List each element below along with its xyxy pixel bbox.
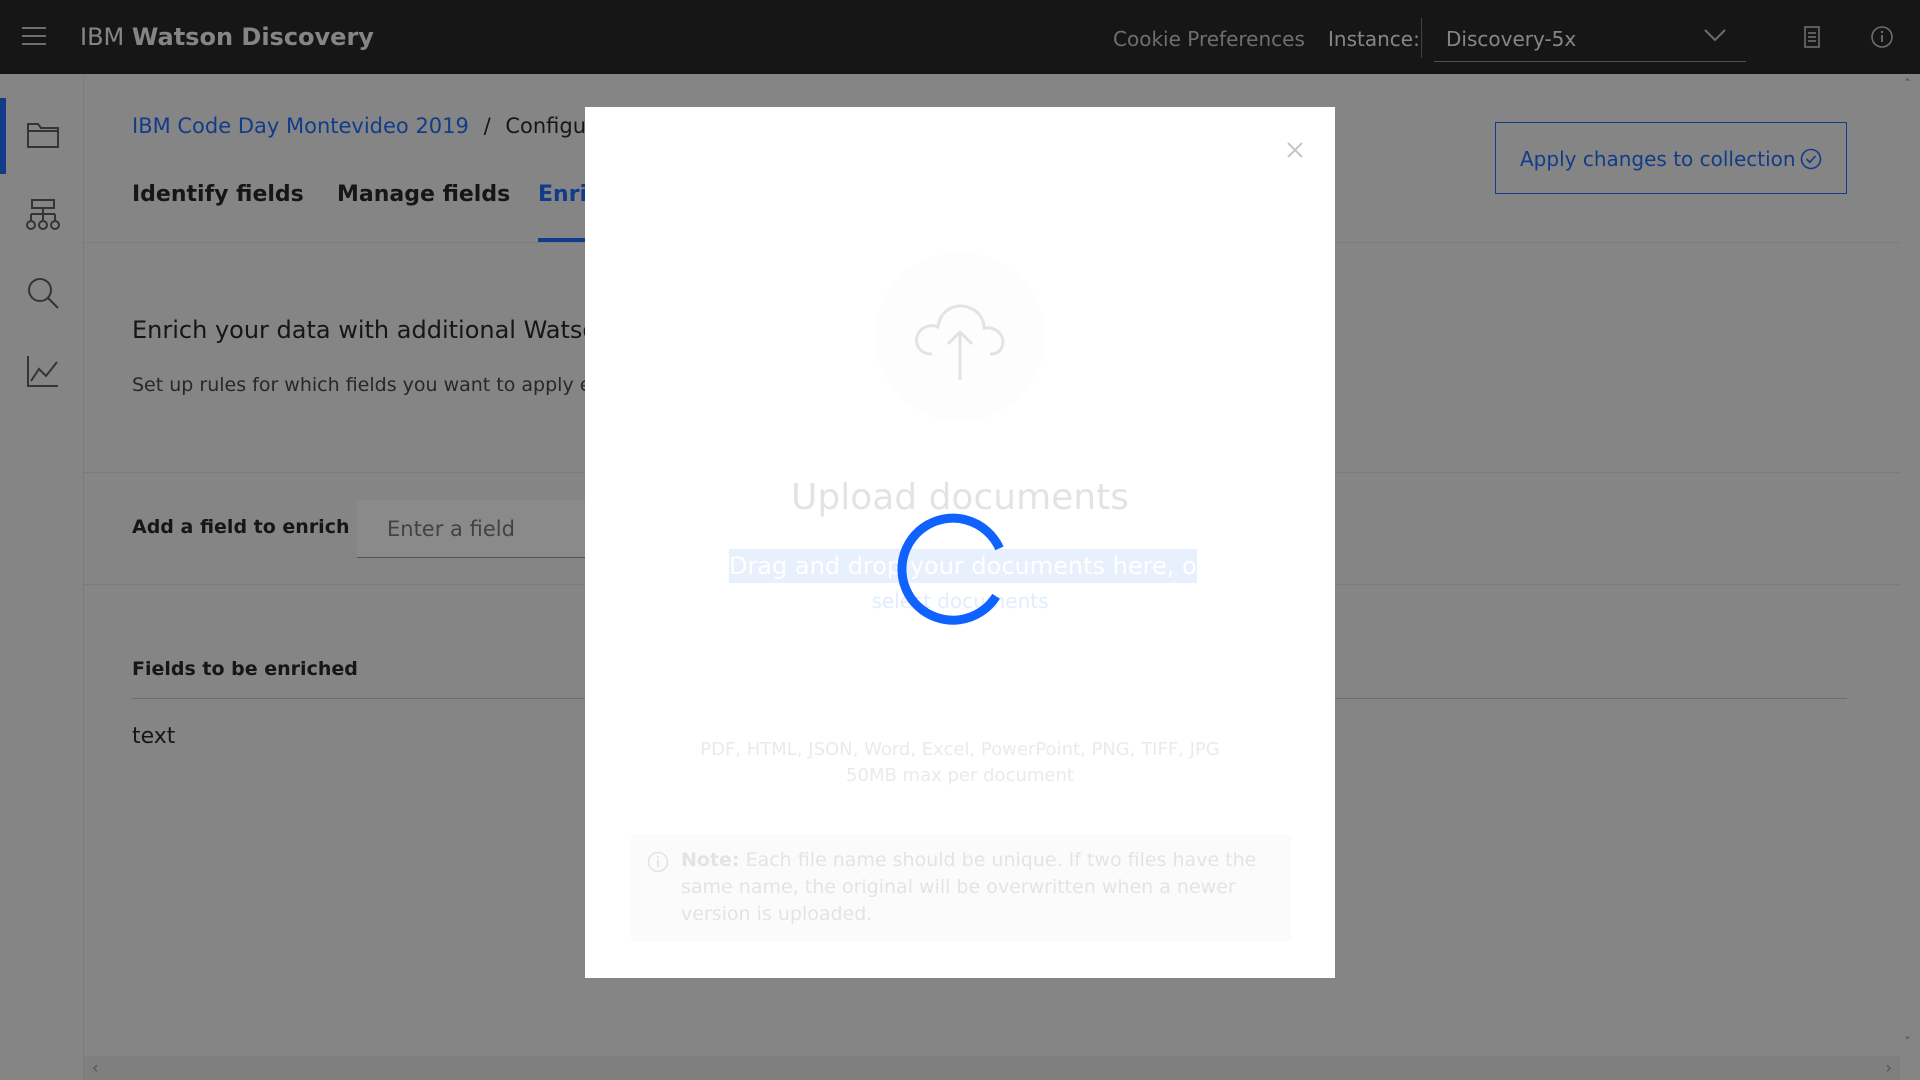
note-body: Each file name should be unique. If two …	[681, 849, 1257, 925]
note-text: Note: Each file name should be unique. I…	[681, 847, 1261, 928]
supported-file-types: PDF, HTML, JSON, Word, Excel, PowerPoint…	[700, 739, 1220, 760]
file-size-limit: 50MB max per document	[846, 765, 1074, 786]
app-root: IBM Watson Discovery Cookie Preferences …	[0, 0, 1920, 1080]
info-icon	[647, 851, 669, 873]
note-label: Note:	[681, 849, 740, 871]
loading-spinner-icon	[897, 513, 1004, 625]
cloud-upload-icon	[915, 304, 1005, 380]
upload-note: Note: Each file name should be unique. I…	[631, 835, 1291, 941]
upload-icon-circle	[875, 252, 1045, 422]
close-icon[interactable]	[1280, 135, 1310, 165]
upload-documents-modal: Upload documents Drag and drop your docu…	[585, 107, 1335, 978]
